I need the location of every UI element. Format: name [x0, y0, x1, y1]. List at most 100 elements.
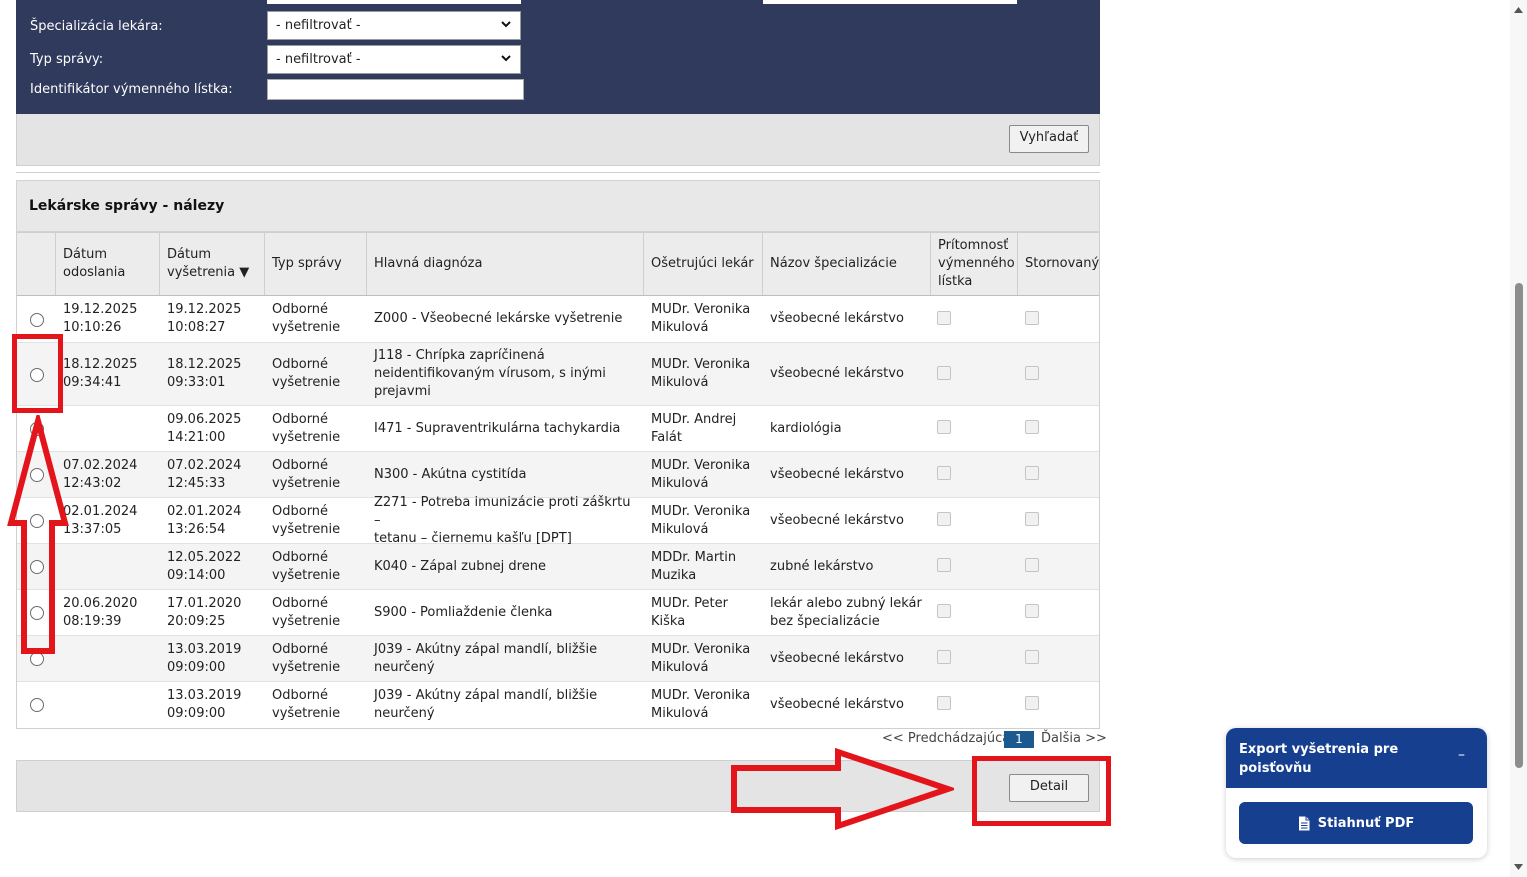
header-exam-line: vyšetrenia	[167, 265, 236, 280]
sent-date-cell: 20.06.2020 08:19:39	[56, 590, 160, 635]
doctor-cell-line: Mikulová	[651, 659, 709, 675]
exam-date-cell-line: 13.03.2019	[167, 688, 242, 703]
diagnosis-cell-line: S900 - Pomliaždenie členka	[374, 604, 553, 620]
specialization-cell-line: zubné lekárstvo	[770, 558, 874, 574]
row-select-radio[interactable]	[30, 698, 44, 712]
diagnosis-cell: Z000 - Všeobecné lekárske vyšetrenie	[367, 296, 644, 342]
previous-filter-field-edge-2[interactable]	[763, 0, 1017, 4]
table-row[interactable]: 07.02.2024 12:43:02 07.02.2024 12:45:33 Odbo…	[17, 452, 1099, 498]
doctor-cell: MUDr. Veronika Mikulová	[644, 498, 763, 543]
exam-date-cell: 12.05.2022 09:14:00	[160, 544, 265, 589]
exam-date-cell-line: 12:45:33	[167, 475, 226, 491]
exam-date-cell-line: 13.03.2019	[167, 641, 242, 657]
type-cell: Odborné vyšetrenie	[265, 296, 367, 342]
pager-prev-link[interactable]: << Predchádzajúca	[882, 731, 1010, 746]
chevron-down-icon	[501, 55, 511, 62]
sent-date-cell-line: 09:34:41	[63, 375, 122, 390]
header-exam-date[interactable]: Dátum vyšetrenia ▼	[160, 233, 265, 295]
previous-filter-field-edge[interactable]	[267, 0, 521, 4]
doctor-cell-line: Falát	[651, 429, 682, 445]
specialization-cell: zubné lekárstvo	[763, 544, 931, 589]
results-header: Lekárske správy - nálezy	[16, 180, 1100, 232]
specialization-select-value: - nefiltrovať -	[276, 18, 361, 33]
header-cancelled[interactable]: Stornovaný	[1018, 233, 1100, 295]
search-button[interactable]: Vyhľadať	[1009, 125, 1089, 153]
diagnosis-cell-line: Z271 - Potreba imunizácie proti záškrtu …	[374, 494, 631, 528]
exam-date-cell: 19.12.2025 10:08:27	[160, 296, 265, 342]
cancelled-checkbox	[1025, 310, 1039, 325]
table-row[interactable]: 02.01.2024 13:37:05 02.01.2024 13:26:54 Odbo…	[17, 495, 1099, 546]
doctor-cell: MUDr. Peter Kiška	[644, 590, 763, 635]
slip-present-checkbox	[937, 650, 951, 664]
download-pdf-button[interactable]: Stiahnuť PDF	[1239, 802, 1473, 844]
scroll-thumb[interactable]	[1515, 283, 1523, 768]
sent-date-cell-line: 02.01.2024	[63, 503, 138, 519]
header-sent-line: odoslania	[63, 265, 126, 280]
diagnosis-cell-line: J118 - Chrípka zapríčinená	[374, 348, 545, 363]
exam-date-cell: 02.01.2024 13:26:54	[160, 498, 265, 543]
doctor-cell: MDDr. Martin Muzika	[644, 544, 763, 589]
slip-id-input[interactable]	[267, 79, 524, 100]
row-select-radio[interactable]	[30, 312, 44, 327]
doctor-cell: MUDr. Veronika Mikulová	[644, 452, 763, 497]
cancelled-checkbox	[1025, 696, 1039, 710]
page-scrollbar[interactable]	[1510, 0, 1527, 877]
type-cell-line: vyšetrenie	[272, 475, 341, 491]
table-row[interactable]: 09.06.2025 14:21:00 Odborné vyšetrenie I471 …	[17, 406, 1099, 452]
exam-date-cell: 13.03.2019 09:09:00	[160, 636, 265, 681]
diagnosis-cell-line: K040 - Zápal zubnej drene	[374, 558, 546, 574]
specialization-cell-line: všeobecné lekárstvo	[770, 650, 904, 666]
exam-date-cell-line: 09.06.2025	[167, 411, 242, 427]
pager-current-page[interactable]: 1	[1004, 731, 1034, 748]
type-cell-line: Odborné	[272, 641, 329, 657]
exam-date-cell: 18.12.2025 09:33:01	[160, 343, 265, 405]
exam-date-cell-line: 13:26:54	[167, 521, 226, 537]
minimize-icon[interactable]: –	[1458, 747, 1465, 763]
header-sent-line: Dátum	[63, 247, 107, 262]
type-cell: Odborné vyšetrenie	[265, 544, 367, 589]
annotation-highlight-radio	[12, 334, 63, 413]
report-type-select-value: - nefiltrovať -	[276, 52, 361, 67]
type-cell: Odborné vyšetrenie	[265, 590, 367, 635]
diagnosis-cell-line: N300 - Akútna cystitída	[374, 466, 527, 482]
specialization-cell: všeobecné lekárstvo	[763, 343, 931, 405]
exam-date-cell-line: 09:33:01	[167, 375, 226, 390]
specialization-select[interactable]: - nefiltrovať -	[267, 11, 521, 40]
table-row[interactable]: 12.05.2022 09:14:00 Odborné vyšetrenie K040 …	[17, 544, 1099, 590]
table-row[interactable]: 13.03.2019 09:09:00 Odborné vyšetrenie J039 …	[17, 682, 1099, 728]
diagnosis-cell-line: I471 - Supraventrikulárna tachykardia	[374, 420, 621, 436]
table-row[interactable]: 20.06.2020 08:19:39 17.01.2020 20:09:25 Odbo…	[17, 590, 1099, 636]
type-cell: Odborné vyšetrenie	[265, 682, 367, 728]
exam-date-cell-line: 18.12.2025	[167, 357, 242, 372]
pager-next-link[interactable]: Ďalšia >>	[1041, 731, 1107, 746]
cancelled-checkbox	[1025, 365, 1039, 380]
cancelled-checkbox	[1025, 604, 1039, 618]
specialization-cell-line: všeobecné lekárstvo	[770, 512, 904, 528]
header-specialization[interactable]: Názov špecializácie	[763, 233, 931, 295]
type-cell-line: Odborné	[272, 411, 329, 427]
exam-date-cell-line: 19.12.2025	[167, 302, 242, 317]
report-type-select[interactable]: - nefiltrovať -	[267, 45, 521, 74]
header-sent-date[interactable]: Dátum odoslania	[56, 233, 160, 295]
diagnosis-cell-line: neidentifikovaným vírusom, s inými	[374, 366, 606, 381]
header-diagnosis[interactable]: Hlavná diagnóza	[367, 233, 644, 295]
header-slip-line: výmenného	[938, 256, 1015, 271]
type-cell-line: vyšetrenie	[272, 706, 341, 721]
scroll-up-icon[interactable]	[1514, 7, 1523, 13]
annotation-arrow-right-icon	[731, 747, 954, 831]
table-row[interactable]: 19.12.2025 10:10:26 19.12.2025 10:08:27 Odbo…	[17, 296, 1099, 343]
type-cell: Odborné vyšetrenie	[265, 343, 367, 405]
type-cell-line: Odborné	[272, 688, 329, 703]
header-type[interactable]: Typ správy	[265, 233, 367, 295]
header-doctor[interactable]: Ošetrujúci lekár	[644, 233, 763, 295]
doctor-cell-line: MDDr. Martin	[651, 549, 737, 565]
header-slip[interactable]: Prítomnosť výmenného lístka	[931, 233, 1018, 295]
specialization-cell: všeobecné lekárstvo	[763, 682, 931, 728]
scroll-down-icon[interactable]	[1514, 864, 1523, 870]
sent-date-cell	[56, 682, 160, 728]
table-row[interactable]: 13.03.2019 09:09:00 Odborné vyšetrenie J039 …	[17, 636, 1099, 682]
type-cell-line: Odborné	[272, 549, 329, 565]
exam-date-cell-line: 20:09:25	[167, 613, 226, 629]
doctor-cell-line: Mikulová	[651, 521, 709, 537]
table-row[interactable]: 18.12.2025 09:34:41 18.12.2025 09:33:01 Odbo…	[17, 343, 1099, 406]
